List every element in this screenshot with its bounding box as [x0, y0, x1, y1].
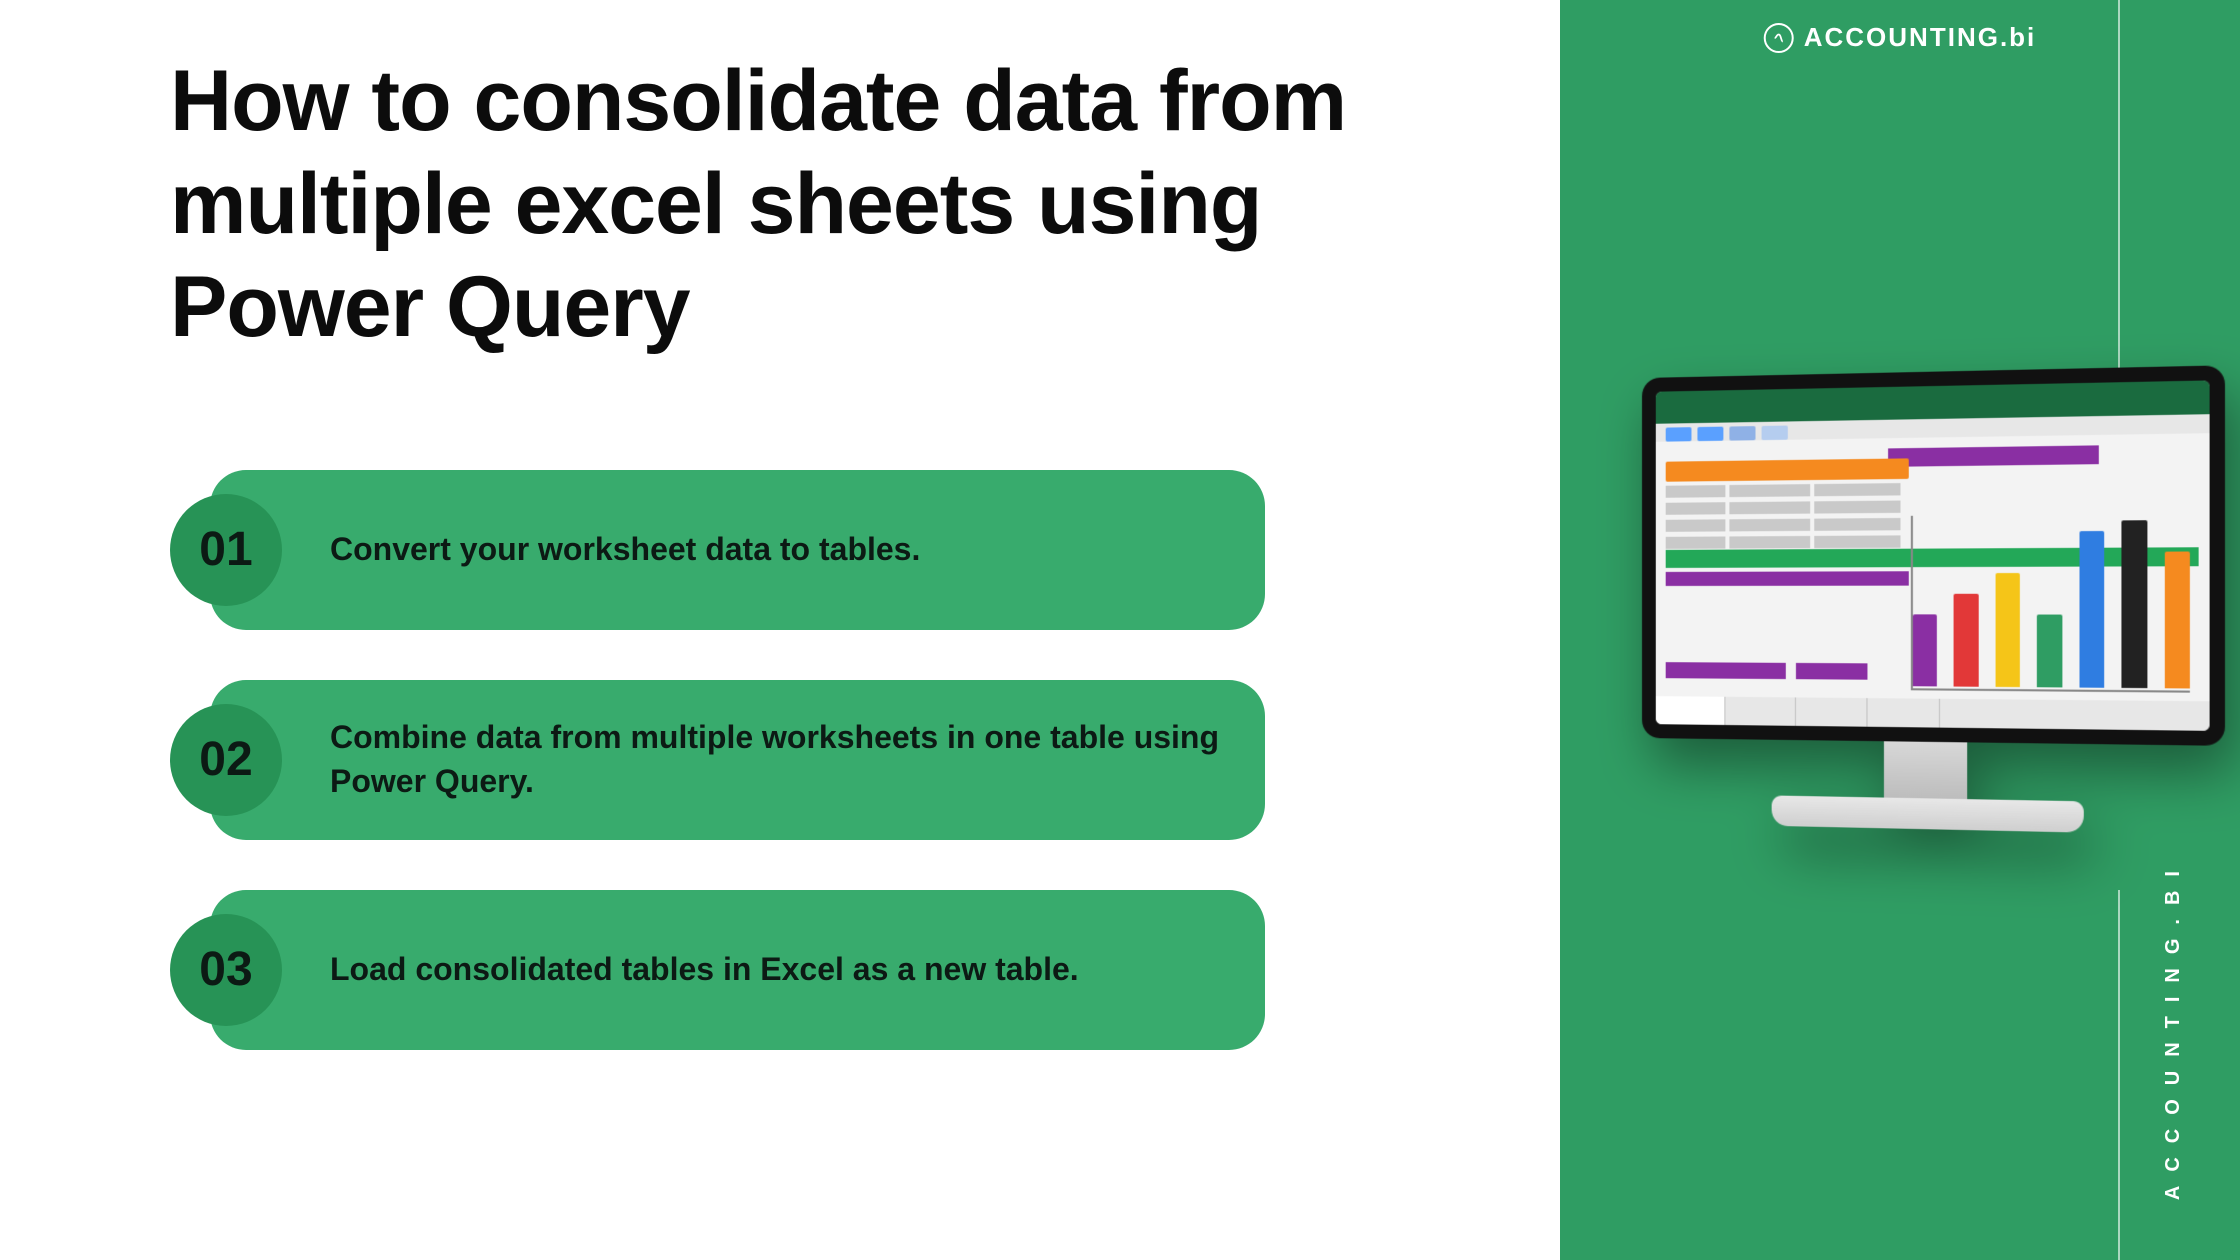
steps-list: Convert your worksheet data to tables. 0…: [170, 470, 1265, 1050]
step-number-badge: 01: [170, 494, 282, 606]
step-item: Combine data from multiple worksheets in…: [170, 680, 1265, 840]
step-pill: Load consolidated tables in Excel as a n…: [210, 890, 1265, 1050]
toolbar-buttons-icon: [1666, 426, 1788, 450]
sheet-tabs-icon: [1656, 696, 2210, 731]
side-brand-label: ACCOUNTING.BI: [2162, 857, 2185, 1200]
bar-chart-icon: [1913, 520, 2190, 689]
step-number: 01: [199, 522, 252, 577]
step-pill: Combine data from multiple worksheets in…: [210, 680, 1265, 840]
purple-block-icon: [1666, 662, 1786, 679]
brand-icon: [1764, 23, 1794, 53]
page-title: How to consolidate data from multiple ex…: [170, 50, 1350, 360]
chart-block-icon: [1888, 445, 2099, 466]
step-item: Convert your worksheet data to tables. 0…: [170, 470, 1265, 630]
brand-logo: ACCOUNTING.bi: [1764, 22, 2037, 53]
monitor-base-icon: [1772, 795, 2084, 832]
monitor-illustration: [1642, 365, 2225, 835]
step-text: Load consolidated tables in Excel as a n…: [330, 948, 1079, 991]
monitor-screen: [1656, 380, 2210, 730]
brand-text: ACCOUNTING.bi: [1804, 22, 2037, 53]
divider-line-top: [2118, 0, 2120, 380]
step-number-badge: 02: [170, 704, 282, 816]
axis-y-icon: [1911, 516, 1913, 691]
monitor-frame: [1642, 365, 2225, 746]
content-area: How to consolidate data from multiple ex…: [170, 50, 1350, 1100]
step-pill: Convert your worksheet data to tables.: [210, 470, 1265, 630]
axis-x-icon: [1913, 688, 2190, 692]
sidebar-panel: ACCOUNTING.bi ACCOUNTING.BI: [1560, 0, 2240, 1260]
step-text: Combine data from multiple worksheets in…: [330, 716, 1225, 802]
purple-block-icon: [1796, 663, 1868, 680]
step-number-badge: 03: [170, 914, 282, 1026]
step-number: 02: [199, 732, 252, 787]
step-text: Convert your worksheet data to tables.: [330, 528, 920, 571]
step-number: 03: [199, 942, 252, 997]
step-item: Load consolidated tables in Excel as a n…: [170, 890, 1265, 1050]
monitor-neck-icon: [1884, 741, 1967, 799]
divider-line-bottom: [2118, 890, 2120, 1260]
